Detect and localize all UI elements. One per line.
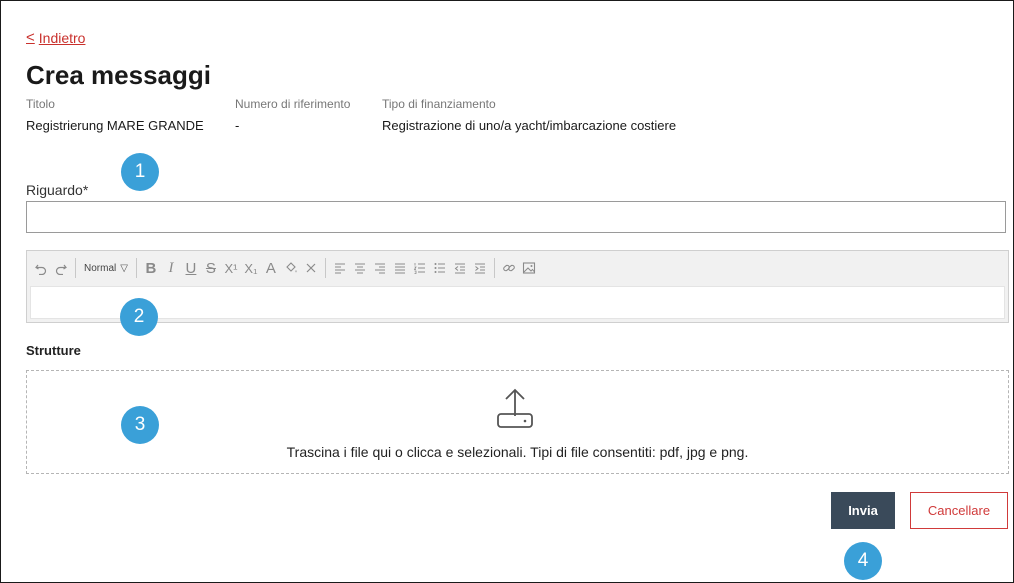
meta-reference-value: - [235,118,240,133]
toolbar-divider [324,258,326,278]
clear-format-icon[interactable] [301,258,321,278]
chevron-left-icon: < [26,29,35,46]
strikethrough-icon[interactable]: S [201,258,221,278]
redo-icon[interactable] [51,258,71,278]
superscript-icon[interactable]: X¹ [221,258,241,278]
toolbar-divider [75,258,76,278]
meta-title-label: Titolo [26,97,55,111]
format-select[interactable]: Normal ▽ [80,263,132,274]
subscript-icon[interactable]: X₁ [241,258,261,278]
back-link[interactable]: < Indietro [26,29,85,46]
underline-icon[interactable]: U [181,258,201,278]
align-right-icon[interactable] [370,258,390,278]
meta-title-value: Registrierung MARE GRANDE [26,118,204,133]
cancel-button[interactable]: Cancellare [910,492,1008,529]
editor-toolbar: Normal ▽ B I U S X¹ X₁ A [27,251,1008,285]
step-badge-4: 4 [844,542,882,580]
caret-down-icon: ▽ [120,262,128,274]
send-button[interactable]: Invia [831,492,895,529]
back-link-label: Indietro [38,29,86,46]
font-color-icon[interactable]: A [261,258,281,278]
background-color-icon[interactable] [281,258,301,278]
undo-icon[interactable] [31,258,51,278]
link-icon[interactable] [499,258,519,278]
file-dropzone[interactable]: Trascina i file qui o clicca e seleziona… [26,370,1009,474]
meta-reference-label: Numero di riferimento [235,97,351,111]
rich-text-editor: Normal ▽ B I U S X¹ X₁ A [26,250,1009,323]
bold-icon[interactable]: B [141,258,161,278]
align-justify-icon[interactable] [390,258,410,278]
image-icon[interactable] [519,258,539,278]
attachments-title: Strutture [26,343,81,358]
bullet-list-icon[interactable] [430,258,450,278]
subject-input[interactable] [26,201,1006,233]
align-left-icon[interactable] [330,258,350,278]
step-badge-2: 2 [120,298,158,336]
page-title: Crea messaggi [26,60,211,90]
indent-icon[interactable] [470,258,490,278]
step-badge-3: 3 [121,406,159,444]
editor-content-area[interactable] [30,286,1005,319]
italic-icon[interactable]: I [161,258,181,278]
toolbar-divider [135,258,137,278]
dropzone-text: Trascina i file qui o clicca e seleziona… [286,444,749,460]
step-badge-1: 1 [121,153,159,191]
ordered-list-icon[interactable] [410,258,430,278]
meta-funding-type-label: Tipo di finanziamento [382,97,496,111]
page-frame: < Indietro Crea messaggi Titolo Numero d… [0,0,1014,583]
align-center-icon[interactable] [350,258,370,278]
format-select-value: Normal [84,262,117,274]
meta-funding-type-value: Registrazione di uno/a yacht/imbarcazion… [382,118,677,133]
upload-icon [497,388,533,428]
subject-label: Riguardo* [26,182,89,198]
toolbar-divider [493,258,495,278]
outdent-icon[interactable] [450,258,470,278]
